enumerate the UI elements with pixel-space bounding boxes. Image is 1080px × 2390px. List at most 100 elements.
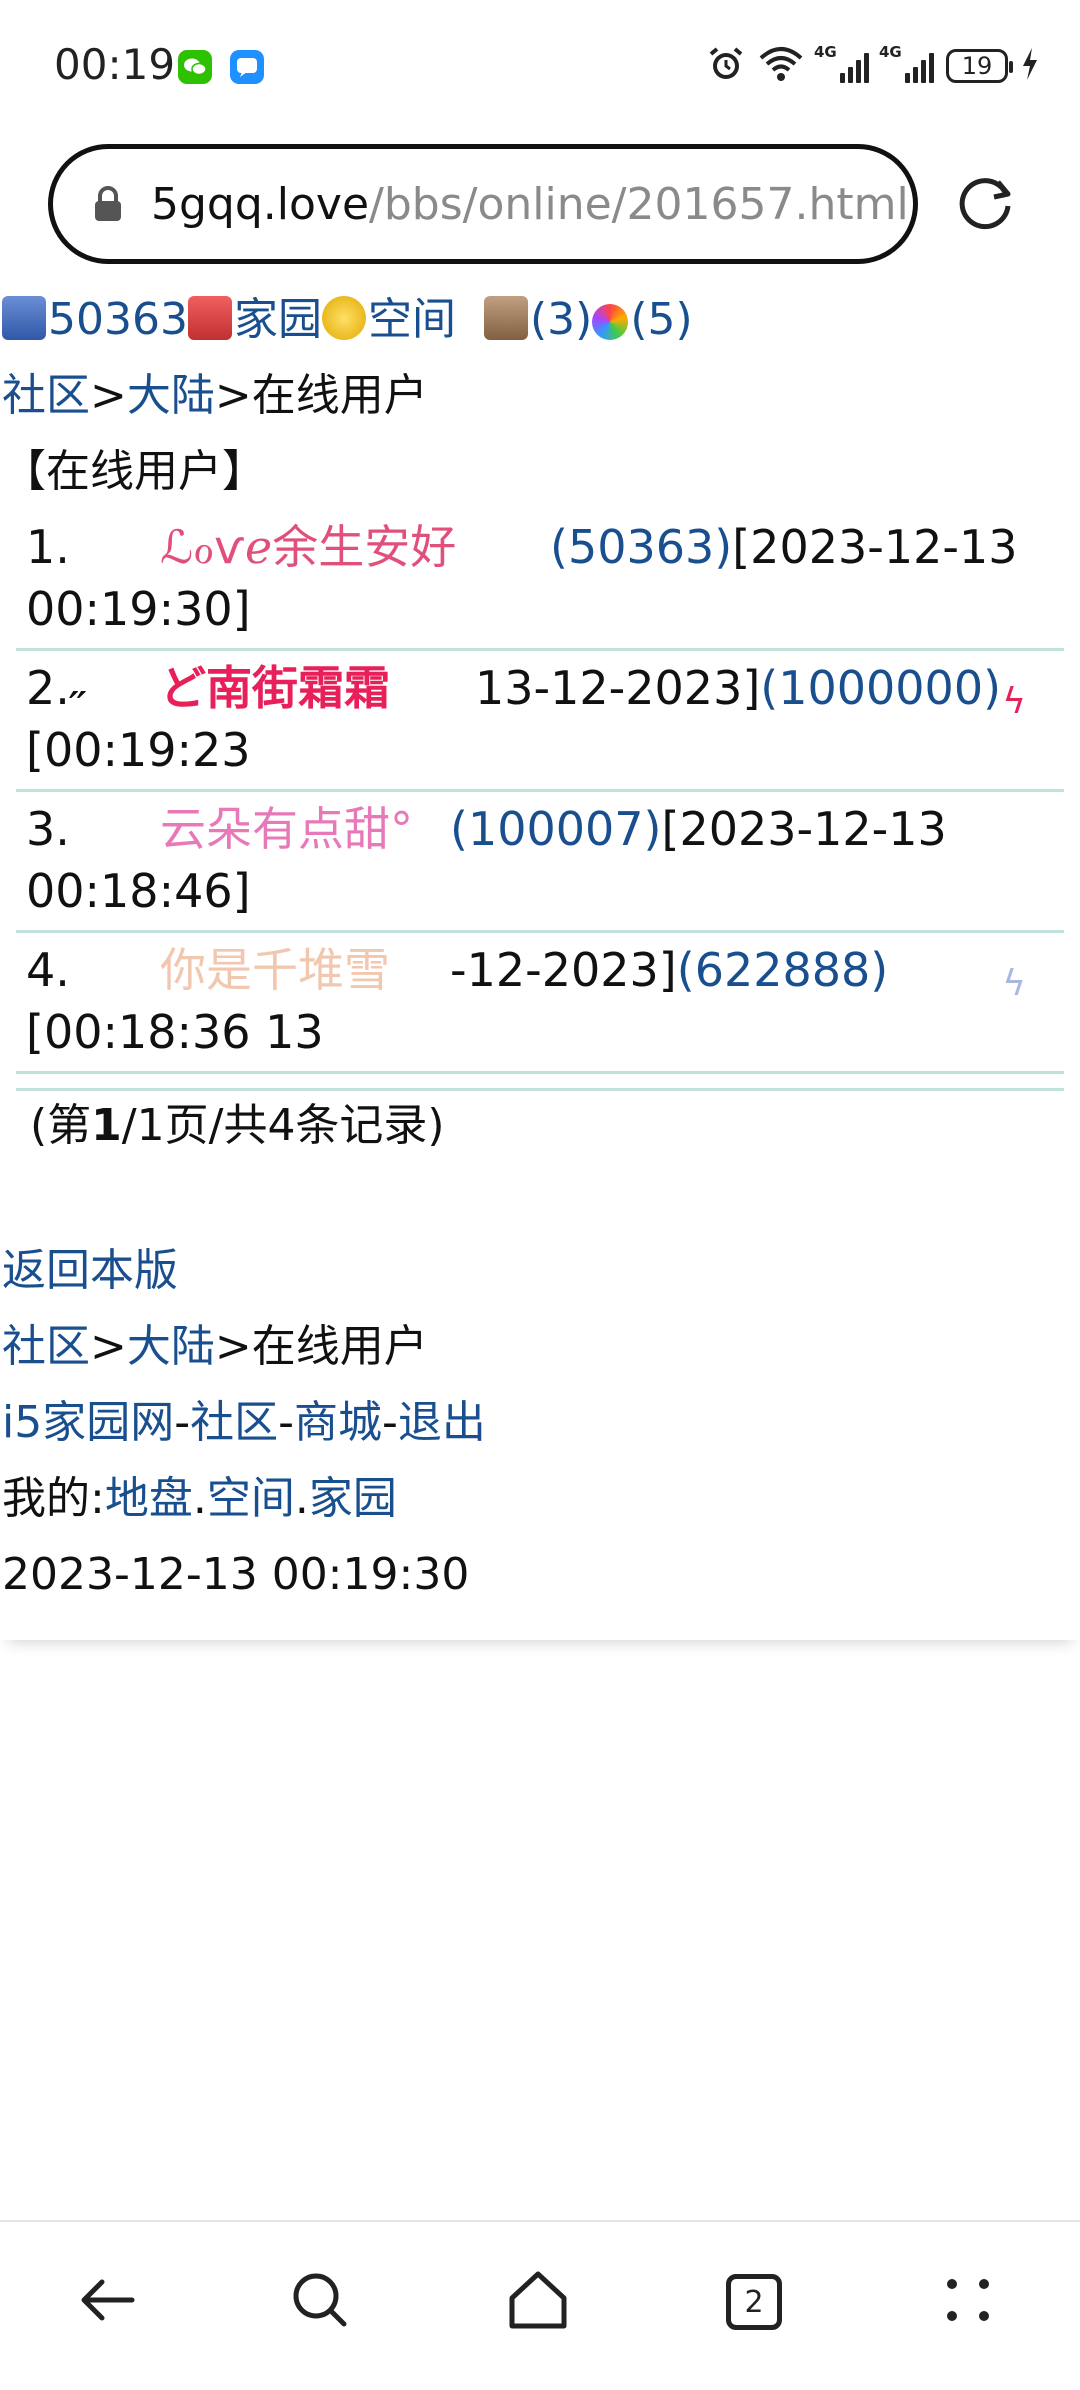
dot: .: [192, 1473, 207, 1524]
pager-suffix: /1页/共4条记录): [121, 1100, 445, 1151]
url-path: /bbs/online/201657.html: [369, 178, 909, 230]
land-link[interactable]: 地盘: [105, 1473, 193, 1524]
browser-nav-bar: 2: [0, 2220, 1080, 2390]
user-name-link[interactable]: ℒℴѵℯ余生安好: [160, 516, 550, 578]
messages-count-link[interactable]: (3): [530, 294, 592, 345]
wechat-icon: [178, 50, 212, 84]
user-time-cont: 00:18:46]: [26, 864, 251, 918]
battery-icon: 19: [946, 49, 1013, 83]
user-profile-icon: [2, 296, 46, 340]
user-time: [2023-12-13: [732, 520, 1018, 574]
user-time: 13-12-2023]: [475, 661, 761, 715]
home-button[interactable]: [488, 2252, 588, 2352]
user-id-link[interactable]: (50363): [550, 520, 732, 574]
online-user-list: 1. ℒℴѵℯ余生安好 (50363)[2023-12-13 00:19:30] 2…: [16, 510, 1064, 1074]
search-button[interactable]: [270, 2252, 370, 2352]
alarm-icon: [706, 44, 746, 88]
user-id-link[interactable]: 50363: [48, 294, 188, 345]
user-id-link[interactable]: (1000000): [760, 661, 1001, 715]
list-item: 2.˶ ど南街霜霜 13-12-2023](1000000) ϟ [00:19:23: [16, 651, 1064, 792]
building-icon: [483, 296, 528, 340]
star-icon: [321, 296, 366, 340]
breadcrumb-sep: >: [214, 370, 252, 421]
breadcrumb-sep: >: [90, 370, 127, 421]
breadcrumb-sep: >: [90, 1321, 127, 1372]
menu-button[interactable]: [918, 2252, 1018, 2352]
status-bar: 00:19 4G 4G 19: [0, 0, 1080, 130]
back-arrow-icon: [76, 2268, 140, 2336]
community-link[interactable]: 社区: [190, 1397, 278, 1448]
logout-link[interactable]: 退出: [398, 1397, 486, 1448]
page-timestamp: 2023-12-13 00:19:30: [2, 1549, 470, 1600]
my-home-link[interactable]: 家园: [309, 1473, 397, 1524]
tabs-button[interactable]: 2: [704, 2252, 804, 2352]
pagination-info: (第1/1页/共4条记录): [16, 1088, 1064, 1161]
user-time: -12-2023]: [450, 943, 677, 997]
footer-breadcrumb-current: 在线用户: [251, 1321, 428, 1372]
dash: -: [174, 1397, 191, 1448]
charging-icon: [1020, 46, 1040, 86]
menu-dots-icon: [938, 2270, 998, 2334]
list-item: 1. ℒℴѵℯ余生安好 (50363)[2023-12-13 00:19:30]: [16, 510, 1064, 651]
breadcrumb-community[interactable]: 社区: [2, 370, 90, 421]
breadcrumb-sep: >: [214, 1321, 252, 1372]
status-time: 00:19: [54, 40, 176, 89]
user-name-link[interactable]: 云朵有点甜°: [160, 798, 450, 860]
user-time-cont: [00:18:36 13: [26, 1005, 324, 1059]
footer-breadcrumb-community[interactable]: 社区: [2, 1321, 90, 1372]
url-domain: 5gqq.love: [151, 178, 370, 230]
wifi-icon: [758, 44, 804, 88]
cell-signal-1-icon: 4G: [814, 43, 869, 83]
breadcrumb-region[interactable]: 大陆: [127, 370, 215, 421]
decoration-icon: ϟ: [1002, 681, 1026, 722]
mall-link[interactable]: 商城: [294, 1397, 382, 1448]
back-button[interactable]: [58, 2252, 158, 2352]
refresh-button[interactable]: [952, 172, 1018, 238]
dash: -: [278, 1397, 294, 1448]
user-id-link[interactable]: (622888): [677, 943, 889, 997]
home-link[interactable]: 家园: [234, 294, 322, 345]
user-index: 3.: [26, 802, 70, 856]
my-links: 我的:地盘.空间.家园: [0, 1461, 1080, 1537]
address-bar[interactable]: 5gqq.love/bbs/online/201657.html: [48, 144, 918, 264]
breadcrumb: 社区>大陆>在线用户: [0, 358, 1080, 434]
footer-breadcrumb-region[interactable]: 大陆: [127, 1321, 215, 1372]
search-icon: [288, 2268, 352, 2336]
status-icons: 4G 4G 19: [706, 43, 1040, 88]
user-index: 1.: [26, 520, 70, 574]
network-type-2: 4G: [879, 43, 902, 61]
colorwheel-icon: [592, 304, 629, 340]
user-name-link[interactable]: ど南街霜霜: [160, 657, 475, 719]
pager-prefix: (第: [30, 1100, 92, 1151]
refresh-icon: [954, 172, 1016, 238]
home-icon: [187, 296, 232, 340]
back-to-board-link[interactable]: 返回本版: [2, 1245, 178, 1296]
decoration-icon: ϟ: [1002, 963, 1026, 1004]
tabs-count: 2: [744, 2284, 764, 2320]
space-link[interactable]: 空间: [368, 294, 456, 345]
user-id-link[interactable]: (100007): [450, 802, 662, 856]
dash: -: [382, 1397, 398, 1448]
site-links: i5家园网-社区-商城-退出: [0, 1385, 1080, 1461]
user-index: 4.: [26, 943, 70, 997]
user-index: 2.˶: [26, 661, 86, 715]
notifications-count-link[interactable]: (5): [630, 294, 692, 345]
pager-current: 1: [91, 1100, 122, 1151]
list-item: 3. 云朵有点甜° (100007)[2023-12-13 00:18:46]: [16, 792, 1064, 933]
section-title: 【在线用户】: [2, 446, 266, 497]
network-type-1: 4G: [814, 43, 837, 61]
user-time: [2023-12-13: [661, 802, 947, 856]
cell-signal-2-icon: 4G: [879, 43, 934, 83]
site-home-link[interactable]: i5家园网: [2, 1397, 174, 1448]
page-content: 50363 家园 空间 (3) (5) 社区>大陆>在线用户 【在线用户】 1. ℒℴѵ…: [0, 282, 1080, 1640]
message-icon: [230, 50, 264, 84]
footer-breadcrumb: 社区>大陆>在线用户: [0, 1309, 1080, 1385]
dot: .: [294, 1473, 309, 1524]
battery-level: 19: [961, 52, 993, 80]
top-links: 50363 家园 空间 (3) (5): [0, 282, 1080, 358]
my-space-link[interactable]: 空间: [207, 1473, 295, 1524]
mine-label: 我的:: [2, 1473, 105, 1524]
url-text[interactable]: 5gqq.love/bbs/online/201657.html: [151, 179, 909, 230]
user-time-cont: 00:19:30]: [26, 582, 251, 636]
user-name-link[interactable]: 你是千堆雪: [160, 939, 450, 1001]
